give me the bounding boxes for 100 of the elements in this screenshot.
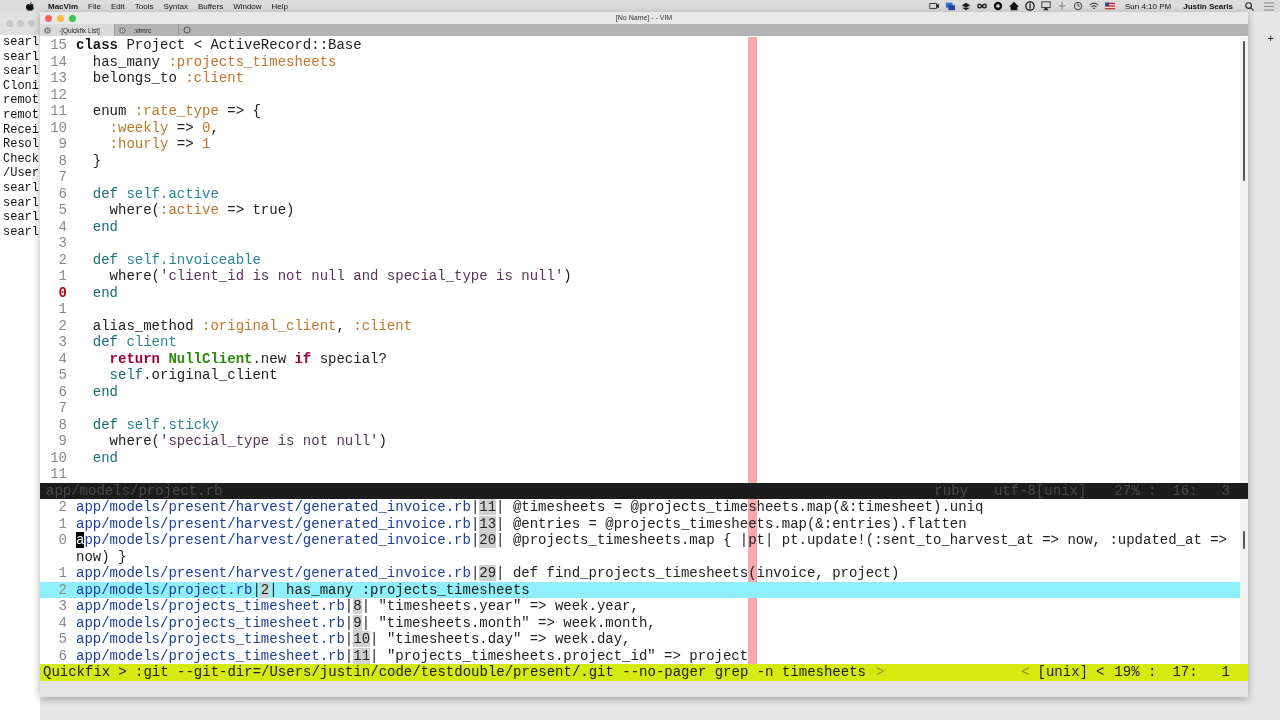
terminal-line: /User [2, 166, 40, 181]
file-path: app/models/projects_timesheet.rb [76, 647, 345, 664]
terminal-line: remot [2, 107, 40, 123]
scrollbar[interactable] [1240, 37, 1248, 483]
line-number: 1 [57, 565, 68, 582]
user-name[interactable]: Justin Searls [1183, 1, 1233, 11]
line-number: 11 [49, 466, 68, 483]
line-number: 8 [57, 416, 68, 433]
match-text: "timesheets.month" => week.month, [377, 614, 656, 631]
terminal-line: searl [2, 224, 40, 240]
menu-item[interactable]: Edit [111, 1, 125, 11]
code-line: has_many :projects_timesheets [91, 53, 337, 70]
line-number: 13 [49, 70, 68, 87]
scrollbar[interactable] [1240, 499, 1248, 664]
line-number: 9 [57, 136, 68, 153]
line-number: 5 [57, 367, 68, 384]
house-icon[interactable] [1008, 1, 1019, 11]
quickfix-row[interactable]: 6 app/models/projects_timesheet.rb|11| "projects_timesheets.project_id" => project [40, 647, 1240, 664]
file-path: app/models/projects_timesheet.rb [76, 598, 345, 615]
line-number: 3 [57, 598, 68, 615]
line-number: 7 [57, 169, 68, 186]
match-text: @projects_timesheets.map { |pt| pt.update!(:sent_to_harvest_at => now, :updated_at => [511, 532, 1228, 549]
line-number: 14 [49, 53, 68, 70]
menu-item[interactable]: File [88, 1, 101, 11]
menu-item[interactable]: Tools [134, 1, 154, 11]
line-number: 0 [57, 284, 68, 301]
line-reference: |20| [470, 532, 505, 549]
match-text: @timesheets = @projects_timesheets.map(&:timesheet).uniq [511, 499, 984, 516]
app-menu[interactable]: MacVim [48, 1, 79, 11]
file-path: app/models/present/harvest/generated_invoice.rb [76, 532, 471, 549]
wifi-icon[interactable] [1088, 1, 1099, 11]
quickfix-row[interactable]: 5 app/models/projects_timesheet.rb|10| "timesheets.day" => week.day, [40, 631, 1240, 648]
code-line: where('special_type is not null') [108, 433, 387, 450]
match-text: "projects_timesheets.project_id" => project [385, 647, 749, 664]
search-icon[interactable] [1245, 1, 1254, 11]
file-format: [unix] [1037, 664, 1088, 681]
code-line: :weekly => 0, [108, 119, 219, 136]
code-line: def self.invoiceable [91, 251, 261, 268]
quickfix-row[interactable]: 1 app/models/present/harvest/generated_invoice.rb|29| def find_projects_timesheets(invoice, project) [40, 565, 1240, 582]
menu-clock[interactable]: Sun 4:10 PM [1124, 1, 1172, 11]
file-path: app/models/projects_timesheet.rb [76, 614, 345, 631]
code-line: end [91, 383, 118, 400]
quickfix-row[interactable]: 4 app/models/projects_timesheet.rb|9| "timesheets.month" => week.month, [40, 614, 1240, 631]
terminal-line: Cloni [2, 78, 40, 94]
status-line: 17: [1172, 664, 1198, 681]
line-number: 12 [49, 86, 68, 103]
camera-icon[interactable] [928, 1, 939, 11]
terminal-line: Recei [2, 122, 40, 138]
file-path: app/models/project.rb [76, 581, 253, 598]
infinity-icon[interactable] [976, 1, 987, 11]
new-tab-button[interactable]: + [1267, 32, 1274, 44]
screens-icon[interactable] [944, 1, 955, 11]
quickfix-row[interactable]: 0 app/models/present/harvest/generated_invoice.rb|20| @projects_timesheets.map { |pt| pt.update!(:sent_to_harvest_at => now, :updated_at => [40, 532, 1240, 549]
menu-item[interactable]: Buffers [197, 1, 224, 11]
terminal-line: searl [2, 64, 40, 79]
code-line: return NullClient.new if special? [108, 350, 387, 367]
line-number: 10 [49, 449, 68, 466]
clock-icon[interactable] [1072, 1, 1083, 11]
match-text: now) } [76, 548, 127, 565]
line-reference: |29| [470, 565, 505, 582]
match-text: def find_projects_timesheets(invoice, project) [511, 565, 900, 582]
quickfix-row[interactable]: 3 app/models/projects_timesheet.rb|8| "timesheets.year" => week.year, [40, 598, 1240, 615]
match-text: @entries = @projects_timesheets.map(&:entries).flatten [511, 515, 967, 532]
info-icon[interactable] [1024, 1, 1035, 11]
line-number: 4 [57, 218, 68, 235]
box-icon[interactable] [960, 1, 971, 11]
line-number: 2 [57, 317, 68, 334]
menu-item[interactable]: Syntax [163, 1, 188, 11]
terminal-line: searl [2, 210, 40, 225]
menu-item[interactable]: Window [233, 1, 262, 11]
line-number: 5 [57, 202, 68, 219]
code-line: end [91, 284, 118, 301]
apple-icon[interactable] [26, 1, 34, 11]
line-reference: |2| [252, 581, 278, 598]
quickfix-row[interactable]: 2 app/models/project.rb|2| has_many :projects_timesheets [40, 581, 1240, 598]
line-number: 1 [57, 301, 68, 318]
line-reference: |9| [344, 614, 371, 631]
line-number: 4 [57, 350, 68, 367]
code-line: enum :rate_type => { [91, 103, 261, 120]
quickfix-row[interactable]: 1 app/models/present/harvest/generated_invoice.rb|13| @entries = @projects_timesheets.map(&:entries).flatten [40, 515, 1240, 532]
menu-item[interactable]: Help [271, 1, 289, 11]
line-number: 6 [57, 647, 68, 664]
line-reference: |8| [344, 598, 371, 615]
line-number: 3 [57, 235, 68, 252]
code-line: :hourly => 1 [108, 136, 211, 153]
line-number: 10 [49, 119, 68, 136]
flag-icon[interactable] [1104, 1, 1115, 11]
line-number: 1 [57, 268, 68, 285]
code-line: def self.active [91, 185, 219, 202]
line-number: 5 [57, 631, 68, 648]
quickfix-row[interactable]: 2 app/models/present/harvest/generated_invoice.rb|11| @timesheets = @projects_timesheets.map(&:timesheet).uniq [40, 499, 1240, 516]
circle-icon[interactable] [992, 1, 1003, 11]
list-icon[interactable] [1264, 1, 1274, 11]
display-icon[interactable] [1040, 1, 1051, 11]
code-line: class Project < ActiveRecord::Base [76, 37, 362, 54]
line-reference: |11| [470, 499, 505, 516]
code-line: def client [91, 334, 177, 351]
file-path: app/models/projects_timesheet.rb [76, 631, 345, 648]
code-line: where('client_id is not null and special_type is null') [108, 268, 572, 285]
terminal-line: Check [2, 151, 40, 167]
